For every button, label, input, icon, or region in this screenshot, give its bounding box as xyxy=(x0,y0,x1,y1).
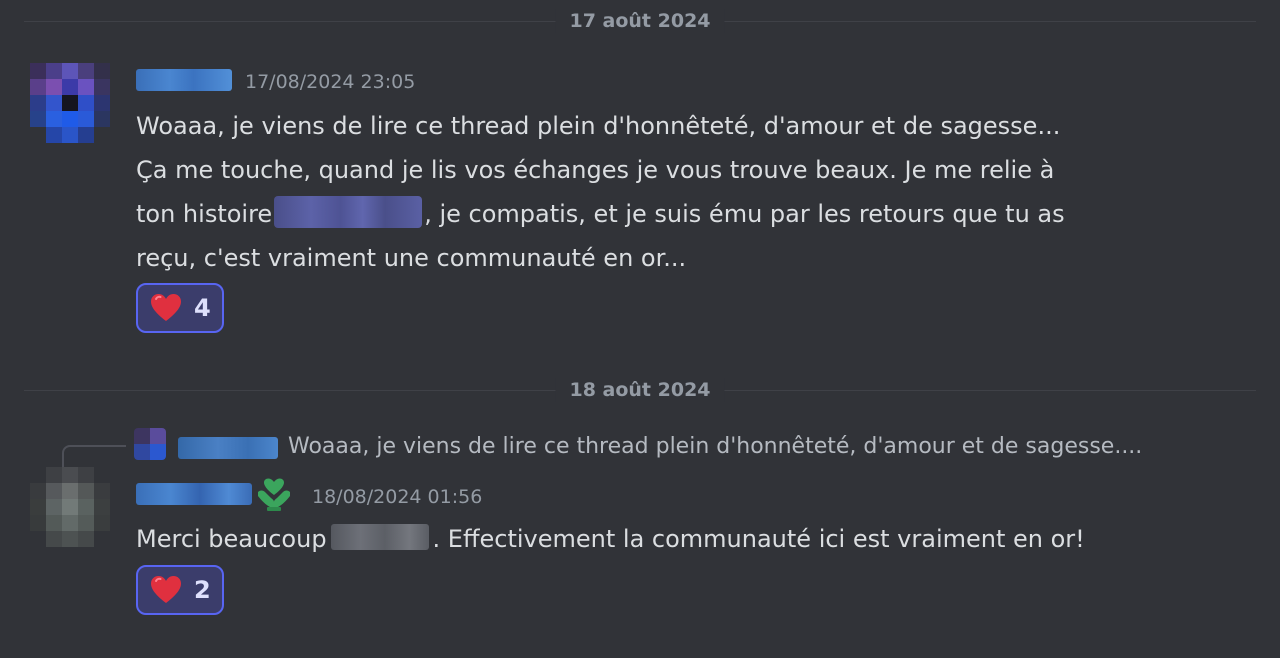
date-divider-label: 17 août 2024 xyxy=(555,9,725,33)
green-heart-hands-icon[interactable] xyxy=(256,476,292,512)
reaction-count: 2 xyxy=(194,576,211,604)
reaction-heart[interactable]: 4 xyxy=(136,283,224,333)
date-divider: 18 août 2024 xyxy=(24,378,1256,402)
avatar[interactable] xyxy=(30,467,110,547)
heart-icon xyxy=(151,294,181,321)
message-line: reçu, c'est vraiment une communauté en o… xyxy=(136,244,687,272)
blurred-name xyxy=(330,524,429,550)
date-divider: 17 août 2024 xyxy=(24,9,1256,33)
message-text: Merci beaucoup xyxy=(136,525,327,553)
reply-avatar[interactable] xyxy=(134,428,166,460)
username[interactable] xyxy=(136,483,252,505)
message-line: Woaaa, je viens de lire ce thread plein … xyxy=(136,112,1061,140)
reply-preview-text[interactable]: Woaaa, je viens de lire ce thread plein … xyxy=(288,432,1142,462)
message-line: ton histoire , je compatis, et je suis ém… xyxy=(136,192,1065,236)
username[interactable] xyxy=(136,69,232,91)
message-line: Merci beaucoup . Effectivement la communa… xyxy=(136,517,1085,561)
message-content: Merci beaucoup . Effectivement la communa… xyxy=(136,517,1085,561)
timestamp: 17/08/2024 23:05 xyxy=(245,71,416,93)
message-text: . Effectivement la communauté ici est vr… xyxy=(432,525,1085,553)
user-mention[interactable] xyxy=(274,196,423,228)
reaction-heart[interactable]: 2 xyxy=(136,565,224,615)
avatar[interactable] xyxy=(30,63,110,143)
date-divider-label: 18 août 2024 xyxy=(555,378,725,402)
heart-icon xyxy=(151,576,181,603)
reply-spine xyxy=(62,445,126,469)
message-text: ton histoire xyxy=(136,200,273,228)
message-content: Woaaa, je viens de lire ce thread plein … xyxy=(136,104,1065,280)
timestamp: 18/08/2024 01:56 xyxy=(312,486,483,508)
reply-username[interactable] xyxy=(178,437,278,459)
reaction-count: 4 xyxy=(194,294,211,322)
chat-messages: 17 août 2024 17/08/2024 23:05 Woaaa, je … xyxy=(0,0,1280,658)
message-line: Ça me touche, quand je lis vos échanges … xyxy=(136,156,1055,184)
message-text: , je compatis, et je suis ému par les re… xyxy=(424,200,1065,228)
